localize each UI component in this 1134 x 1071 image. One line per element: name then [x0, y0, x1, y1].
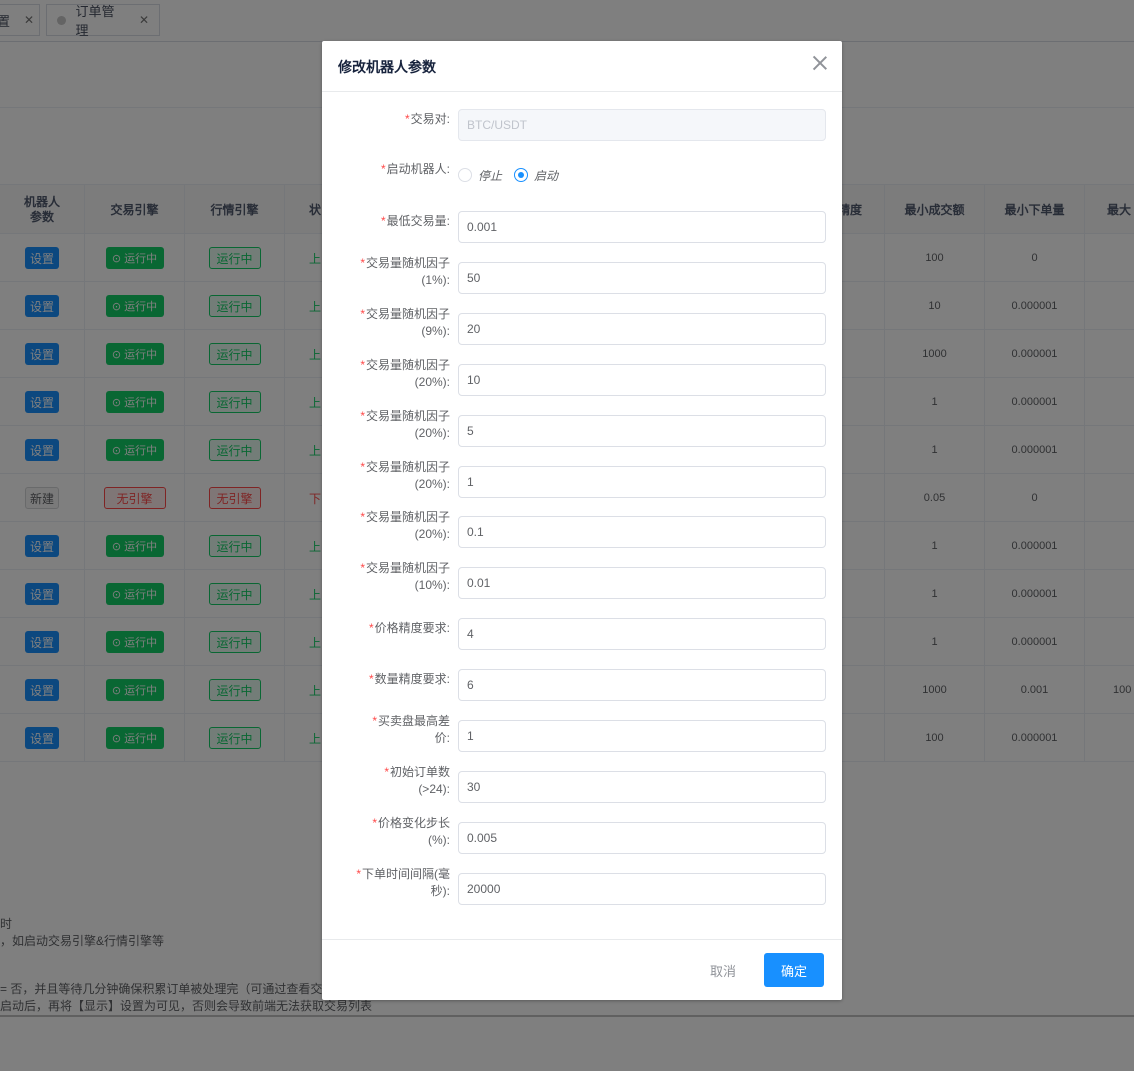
form-item-price-step: *价格变化步长 (%):	[322, 816, 842, 854]
start-robot-radio-group: 停止 启动	[458, 159, 570, 191]
random-factor-4-input[interactable]	[458, 414, 826, 447]
form-label: *交易量随机因子 (9%):	[360, 306, 450, 338]
radio-start[interactable]: 启动	[514, 167, 558, 184]
price-precision-input[interactable]	[458, 618, 826, 651]
pair-input	[458, 109, 826, 141]
form-item-quantity-precision: *数量精度要求:	[322, 669, 842, 702]
form-item-max-spread: *买卖盘最高差 价:	[322, 714, 842, 752]
random-factor-2-input[interactable]	[458, 312, 826, 345]
form-label: *交易对:	[404, 112, 450, 126]
random-factor-7-input[interactable]	[458, 567, 826, 600]
initial-orders-input[interactable]	[458, 770, 826, 803]
form-item-random-factor-5: *交易量随机因子 (20%):	[322, 460, 842, 498]
min-volume-input[interactable]	[458, 211, 826, 243]
form-label: *下单时间间隔(毫 秒):	[356, 866, 450, 898]
dialog-title: 修改机器人参数	[338, 59, 436, 75]
random-factor-1-input[interactable]	[458, 261, 826, 294]
form-label: *数量精度要求:	[368, 672, 450, 687]
form-item-random-factor-1: *交易量随机因子 (1%):	[322, 256, 842, 294]
confirm-button[interactable]: 确定	[764, 953, 824, 987]
form-item-min-volume: *最低交易量:	[322, 211, 842, 243]
dialog-footer: 取消 确定	[322, 939, 842, 1000]
form-item-random-factor-7: *交易量随机因子 (10%):	[322, 561, 842, 600]
radio-checked-icon[interactable]	[514, 168, 529, 182]
form-item-random-factor-4: *交易量随机因子 (20%):	[322, 409, 842, 447]
form-label: *启动机器人:	[380, 162, 450, 176]
form-item-initial-orders: *初始订单数 (>24):	[322, 765, 842, 803]
form-item-pair: *交易对:	[322, 109, 842, 141]
dialog-header: 修改机器人参数	[322, 41, 842, 92]
form-label: *交易量随机因子 (10%):	[360, 561, 450, 593]
form-item-price-precision: *价格精度要求:	[322, 618, 842, 651]
radio-unchecked-icon[interactable]	[458, 168, 472, 182]
price-step-input[interactable]	[458, 821, 826, 854]
random-factor-5-input[interactable]	[458, 465, 826, 498]
form-item-random-factor-3: *交易量随机因子 (20%):	[322, 358, 842, 396]
edit-robot-dialog: 修改机器人参数 *交易对: *启动机器人: 停止 启动 *最低交易量: *交易量随…	[322, 41, 842, 1000]
form-item-random-factor-6: *交易量随机因子 (20%):	[322, 510, 842, 549]
random-factor-6-input[interactable]	[458, 516, 826, 549]
radio-stop[interactable]: 停止	[458, 167, 502, 184]
form-label: *初始订单数 (>24):	[384, 764, 450, 796]
form-label: *交易量随机因子 (1%):	[360, 255, 450, 287]
form-label: *价格变化步长 (%):	[372, 815, 450, 847]
form-label: *交易量随机因子 (20%):	[360, 408, 450, 440]
form-item-start-robot: *启动机器人: 停止 启动	[322, 159, 842, 191]
form-item-random-factor-2: *交易量随机因子 (9%):	[322, 307, 842, 345]
form-label: *最低交易量:	[380, 214, 450, 228]
form-label: *交易量随机因子 (20%):	[360, 459, 450, 491]
random-factor-3-input[interactable]	[458, 363, 826, 396]
cancel-button[interactable]: 取消	[694, 953, 752, 987]
max-spread-input[interactable]	[458, 720, 826, 752]
form-label: *价格精度要求:	[368, 621, 450, 636]
form-label: *买卖盘最高差 价:	[372, 714, 450, 745]
close-icon[interactable]	[812, 55, 828, 71]
form-label: *交易量随机因子 (20%):	[360, 357, 450, 389]
order-interval-input[interactable]	[458, 872, 826, 905]
form-item-order-interval: *下单时间间隔(毫 秒):	[322, 867, 842, 905]
form-label: *交易量随机因子 (20%):	[360, 510, 450, 542]
quantity-precision-input[interactable]	[458, 669, 826, 702]
